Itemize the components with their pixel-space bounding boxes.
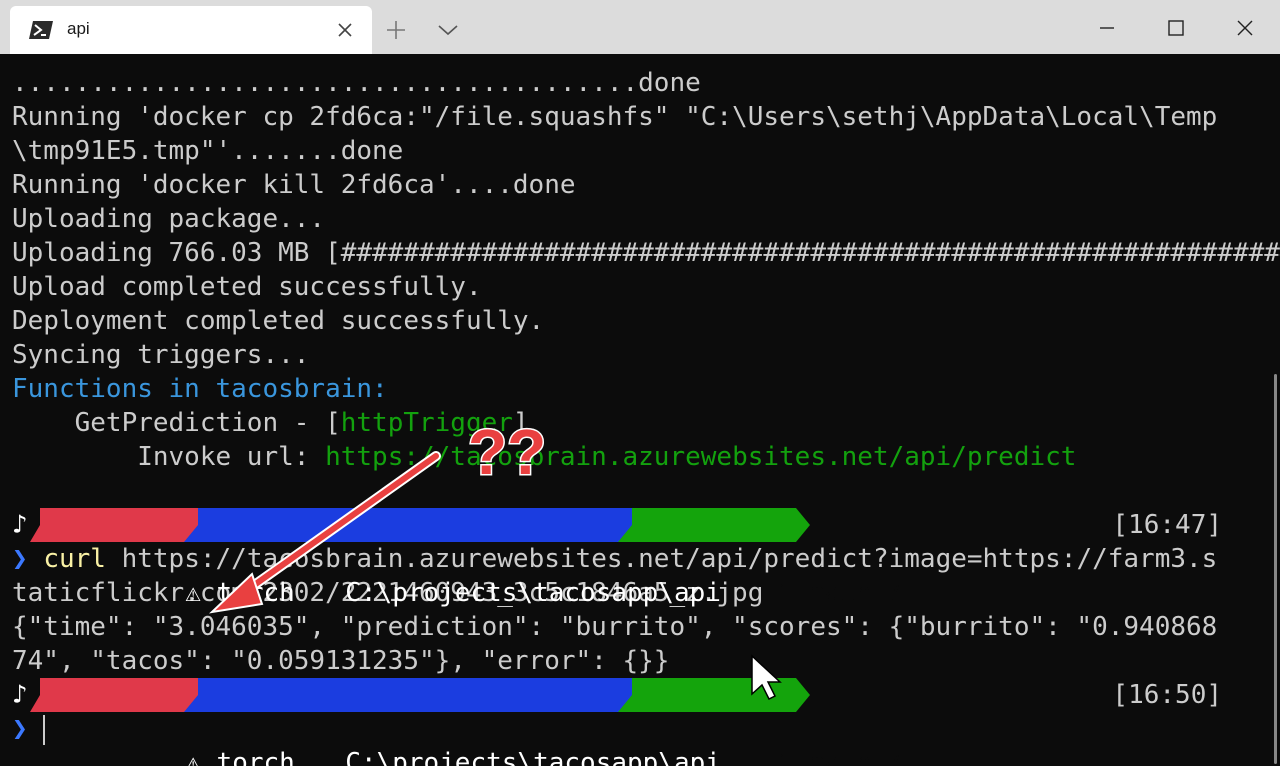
path-segment: C:\projects\tacosapp\api [184,678,721,766]
chevron-down-icon[interactable] [436,20,460,40]
output-line: Upload completed successfully. [12,272,482,302]
maximize-icon[interactable] [1153,10,1199,46]
prompt-line: ♪ ⚠ torch C:\projects\tacosapp\api ᛘ mai… [12,508,1262,608]
branch-segment: ᛘ main ≢ [618,678,902,766]
music-note-icon: ♪ [12,680,28,710]
tab-title: api [67,19,90,38]
invoke-label: Invoke url: [12,442,326,472]
terminal-pane[interactable]: ........................................… [0,54,1280,766]
powershell-icon [29,21,53,39]
minimize-icon[interactable] [1084,10,1130,46]
tab-api[interactable]: api [10,6,372,54]
function-entry: GetPrediction - [httpTrigger] [12,406,1262,440]
output-line: Running 'docker kill 2fd6ca'....done [12,170,576,200]
prompt-line: ♪ ⚠ torch C:\projects\tacosapp\api ᛘ mai… [12,678,1262,766]
output-line: Uploading package... [12,204,326,234]
function-bracket: ] [512,408,529,438]
output-line: Uploading 766.03 MB [###################… [12,238,1280,268]
output-line: \tmp91E5.tmp"'.......done [12,136,404,166]
function-trigger: httpTrigger [340,408,513,438]
close-window-icon[interactable] [1222,10,1268,46]
output-line: Running 'docker cp 2fd6ca:"/file.squashf… [12,102,1218,132]
scrollbar[interactable] [1274,374,1277,764]
branch-segment-label: ᛘ main ≢ [777,748,903,766]
title-bar: api [0,0,1280,54]
functions-header: Functions in tacosbrain: [12,374,388,404]
terminal-output: ........................................… [12,66,1280,766]
branch-segment: ᛘ main ≢ [618,508,902,608]
prompt-time: [16:50] [1112,680,1222,710]
output-line: ........................................… [12,68,701,98]
plus-icon[interactable] [384,18,408,42]
function-name: GetPrediction - [ [12,408,341,438]
path-segment: C:\projects\tacosapp\api [184,508,721,608]
invoke-url[interactable]: https://tacosbrain.azurewebsites.net/api… [325,442,1076,472]
prompt-time: [16:47] [1112,510,1222,540]
output-line: Deployment completed successfully. [12,306,545,336]
music-note-icon: ♪ [12,510,28,540]
invoke-url-line: Invoke url: https://tacosbrain.azurewebs… [12,440,1262,474]
json-output: 74", "tacos": "0.059131235"}, "error": {… [12,646,670,676]
branch-segment-label: ᛘ main ≢ [777,578,903,608]
close-tab-icon[interactable] [335,20,355,40]
output-line: Syncing triggers... [12,340,310,370]
